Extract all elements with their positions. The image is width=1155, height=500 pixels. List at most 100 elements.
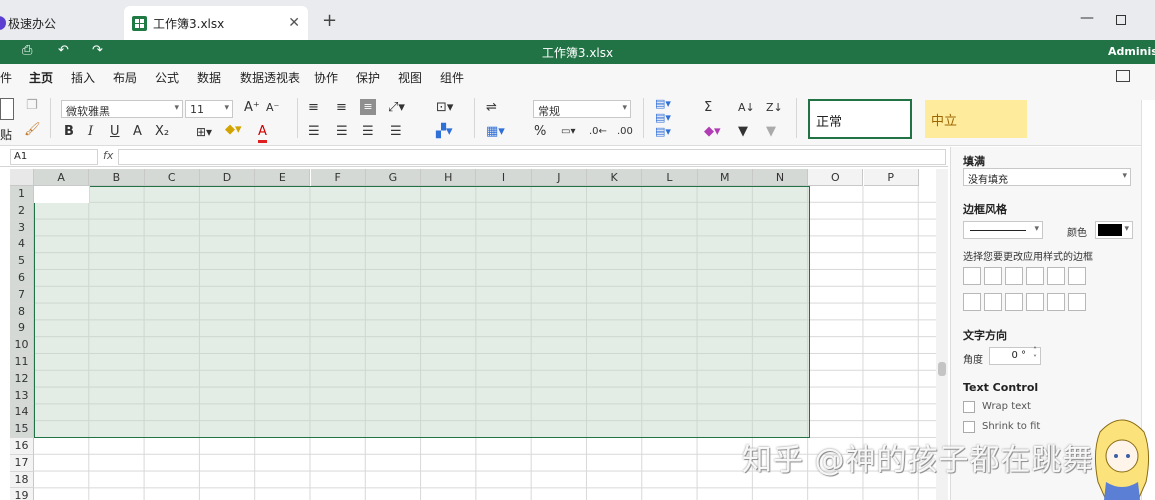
border-top-icon[interactable]: [1026, 293, 1044, 311]
menu-view[interactable]: 视图: [398, 69, 422, 86]
formula-input[interactable]: [118, 149, 946, 165]
column-header[interactable]: N: [752, 169, 809, 186]
filter-icon[interactable]: ▼: [738, 124, 748, 140]
border-outer-icon[interactable]: [1026, 267, 1044, 285]
maximize-button[interactable]: [1116, 15, 1126, 25]
row-header[interactable]: 10: [10, 337, 34, 354]
fill-select[interactable]: 没有填充 ▾: [963, 168, 1131, 186]
menu-data[interactable]: 数据: [197, 69, 221, 86]
copy-icon[interactable]: ❐: [26, 98, 38, 114]
minimize-button[interactable]: —: [1080, 10, 1094, 26]
align-top-icon[interactable]: ≡: [308, 100, 319, 116]
clear-filter-icon[interactable]: ▼: [766, 124, 776, 140]
menu-insert[interactable]: 插入: [71, 69, 95, 86]
percent-button[interactable]: %: [534, 124, 546, 140]
border-bottom-icon[interactable]: [1068, 293, 1086, 311]
row-header[interactable]: 4: [10, 236, 34, 254]
font-name-select[interactable]: 微软雅黑 ▾: [61, 100, 183, 118]
clear-icon[interactable]: ◆▾: [704, 124, 721, 140]
accounting-format-icon[interactable]: ▭▾: [561, 124, 575, 140]
sum-button[interactable]: Σ: [704, 100, 712, 116]
format-painter-icon[interactable]: 🖌: [24, 122, 41, 138]
row-header[interactable]: 5: [10, 253, 34, 270]
menu-collab[interactable]: 协作: [314, 69, 338, 86]
row-header[interactable]: 13: [10, 387, 34, 405]
borders-icon[interactable]: ⊞▾: [196, 124, 212, 140]
border-diag-down-icon[interactable]: [1068, 267, 1086, 285]
bold-button[interactable]: B: [64, 124, 74, 140]
row-header[interactable]: 9: [10, 320, 34, 338]
tab-workbook[interactable]: 工作簿3.xlsx ✕: [124, 6, 308, 40]
column-header[interactable]: K: [587, 169, 643, 186]
column-header[interactable]: P: [863, 169, 919, 186]
column-header[interactable]: D: [199, 169, 256, 186]
table-format-icon[interactable]: ▦▾: [486, 124, 505, 140]
scrollbar-thumb[interactable]: [938, 362, 946, 376]
align-right-icon[interactable]: ☰: [362, 124, 374, 140]
paste-icon[interactable]: [0, 98, 14, 120]
strikethrough-button[interactable]: A: [133, 124, 142, 140]
border-diag-up-icon[interactable]: [1047, 267, 1065, 285]
increase-decimal-icon[interactable]: .0←: [589, 124, 607, 140]
fill-color-icon[interactable]: ◆▾: [225, 122, 242, 138]
sort-ascending-icon[interactable]: A↓: [738, 100, 755, 116]
row-header[interactable]: 17: [10, 454, 34, 472]
column-header[interactable]: B: [89, 169, 145, 186]
paste-label[interactable]: 贴: [0, 126, 12, 143]
subscript-button[interactable]: X₂: [155, 124, 169, 140]
border-color-picker[interactable]: ▾: [1095, 221, 1133, 239]
decrease-decimal-icon[interactable]: .00: [617, 124, 633, 140]
menu-pivot[interactable]: 数据透视表: [240, 69, 300, 86]
collapse-ribbon-button[interactable]: [1116, 70, 1130, 82]
conditional-format-icon[interactable]: ▞▾: [436, 124, 453, 140]
menu-home[interactable]: 主页: [26, 69, 56, 92]
row-header[interactable]: 18: [10, 471, 34, 489]
row-header[interactable]: 1: [10, 186, 34, 203]
align-middle-icon[interactable]: ≡: [336, 100, 347, 116]
font-color-button[interactable]: A: [258, 124, 267, 143]
tab-app-home[interactable]: 极速办公: [0, 6, 120, 40]
italic-button[interactable]: I: [88, 124, 93, 140]
row-header[interactable]: 6: [10, 270, 34, 287]
border-left-icon[interactable]: [963, 293, 981, 311]
column-header[interactable]: L: [642, 169, 698, 186]
text-orientation-icon[interactable]: ⤢▾: [388, 100, 405, 116]
row-header[interactable]: 12: [10, 370, 34, 388]
column-header[interactable]: M: [697, 169, 753, 186]
border-inner-icon[interactable]: [984, 267, 1002, 285]
stepper-icon[interactable]: ˄ ˅: [1033, 347, 1037, 363]
column-header[interactable]: I: [476, 169, 532, 186]
new-tab-button[interactable]: +: [322, 10, 337, 31]
user-name[interactable]: Adminis: [1108, 45, 1155, 58]
row-header[interactable]: 15: [10, 421, 34, 438]
border-line-select[interactable]: ▾: [963, 221, 1043, 239]
number-format-select[interactable]: 常规 ▾: [533, 100, 631, 118]
merge-cells-icon[interactable]: ⊡▾: [436, 100, 453, 116]
row-header[interactable]: 14: [10, 404, 34, 422]
cell-style-neutral[interactable]: 中立: [925, 100, 1027, 138]
column-header[interactable]: H: [421, 169, 477, 186]
column-header[interactable]: G: [365, 169, 422, 186]
menu-protect[interactable]: 保护: [356, 69, 380, 86]
grow-font-button[interactable]: A⁺: [244, 100, 260, 116]
name-box[interactable]: A1: [10, 149, 98, 165]
column-header[interactable]: J: [531, 169, 587, 186]
menu-layout[interactable]: 布局: [113, 69, 137, 86]
font-size-select[interactable]: 11 ▾: [185, 100, 233, 118]
row-header[interactable]: 2: [10, 202, 34, 220]
row-header[interactable]: 3: [10, 219, 34, 237]
wrap-text-checkbox[interactable]: [963, 401, 975, 413]
border-right-icon[interactable]: [1005, 293, 1023, 311]
underline-button[interactable]: U: [110, 124, 120, 140]
menu-formula[interactable]: 公式: [155, 69, 179, 86]
column-header[interactable]: O: [808, 169, 864, 186]
row-header[interactable]: 19: [10, 488, 34, 500]
column-header[interactable]: E: [255, 169, 311, 186]
select-all-corner[interactable]: [10, 169, 34, 186]
row-header[interactable]: 7: [10, 286, 34, 304]
align-bottom-icon[interactable]: ≡: [360, 99, 376, 115]
function-icon[interactable]: fx: [103, 149, 113, 162]
sort-descending-icon[interactable]: Z↓: [766, 100, 783, 116]
active-cell[interactable]: [34, 186, 90, 203]
menu-components[interactable]: 组件: [440, 69, 464, 86]
